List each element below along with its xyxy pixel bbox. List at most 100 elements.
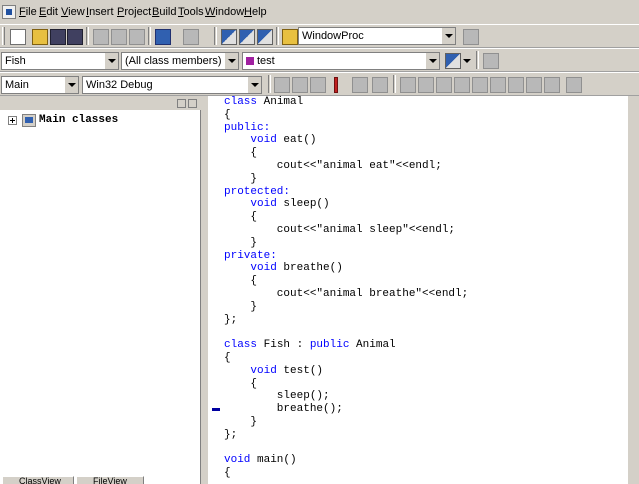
code-line: sleep(); — [224, 390, 330, 403]
menu-help[interactable]: Help — [244, 5, 267, 20]
code-line: void sleep() — [250, 198, 330, 211]
standard-toolbar: WindowProc — [0, 24, 639, 48]
code-line: void main() — [224, 454, 297, 467]
resource-id-icon[interactable] — [566, 77, 582, 93]
print-icon[interactable] — [483, 53, 499, 69]
menu-build[interactable]: Build — [152, 5, 176, 20]
code-line: { — [224, 275, 258, 288]
code-line: } — [224, 236, 258, 249]
code-line: }; — [224, 313, 238, 326]
stop-build-icon[interactable] — [310, 77, 326, 93]
output-icon[interactable] — [239, 29, 255, 45]
class-view-pane — [0, 96, 201, 484]
string-table-icon[interactable] — [526, 77, 542, 93]
editor-margin[interactable] — [208, 96, 220, 484]
chevron-down-icon[interactable] — [104, 53, 118, 69]
expand-icon[interactable] — [8, 116, 17, 125]
project-combo[interactable]: Main — [1, 76, 79, 94]
new-file-icon[interactable] — [10, 29, 26, 45]
menu-tools[interactable]: Tools — [178, 5, 204, 20]
code-line: private: — [224, 249, 277, 262]
menu-resource-icon[interactable] — [454, 77, 470, 93]
dialog-icon[interactable] — [436, 77, 452, 93]
toolbar-separator — [148, 27, 151, 45]
save-icon[interactable] — [50, 29, 66, 45]
code-line: cout<<"animal breathe"<<endl; — [224, 288, 469, 300]
code-line: { — [224, 108, 231, 121]
menu-view[interactable]: View — [61, 5, 85, 20]
code-line: { — [224, 147, 258, 160]
code-line: cout<<"animal eat"<<endl; — [224, 160, 442, 172]
wizardbar-toolbar: Fish (All class members) test — [0, 48, 639, 72]
toolbar-separator — [268, 75, 271, 93]
chevron-down-icon[interactable] — [247, 77, 261, 93]
chevron-down-icon[interactable] — [64, 77, 78, 93]
code-line: { — [224, 377, 258, 390]
classes-icon — [22, 114, 36, 127]
close-icon[interactable] — [188, 99, 197, 108]
pane-splitter[interactable] — [201, 96, 208, 484]
execute-icon[interactable] — [334, 77, 338, 93]
app-system-icon[interactable] — [2, 5, 16, 19]
window-list-icon[interactable] — [257, 29, 273, 45]
toolbar-separator — [276, 27, 279, 45]
code-line: } — [224, 416, 258, 428]
bookmark-marker-icon — [212, 408, 220, 411]
icon-resource-icon[interactable] — [508, 77, 524, 93]
code-line: } — [224, 172, 258, 185]
class-icon[interactable] — [400, 77, 416, 93]
open-folder-icon[interactable] — [32, 29, 48, 45]
menu-window[interactable]: Window — [205, 5, 244, 20]
menu-edit[interactable]: Edit — [39, 5, 58, 20]
wizard-action-icon[interactable] — [445, 53, 461, 69]
code-line: breathe(); — [224, 403, 343, 416]
code-line: { — [224, 352, 231, 364]
find-in-files-icon[interactable] — [282, 29, 298, 45]
code-line: { — [224, 467, 231, 480]
paste-icon[interactable] — [129, 29, 145, 45]
menu-bar: File Edit View Insert Project Build Tool… — [0, 0, 639, 24]
redo-icon[interactable] — [183, 29, 199, 45]
cursor-resource-icon[interactable] — [472, 77, 488, 93]
resource-icon[interactable] — [418, 77, 434, 93]
code-line: void test() — [250, 364, 324, 377]
code-line: class Animal — [224, 96, 304, 108]
members-combo[interactable]: (All class members) — [121, 52, 239, 70]
code-line: void eat() — [250, 134, 317, 147]
function-combo[interactable]: test — [242, 52, 440, 70]
code-line: protected: — [224, 185, 291, 198]
vertical-scrollbar[interactable] — [628, 96, 639, 484]
class-combo[interactable]: Fish — [1, 52, 119, 70]
go-icon[interactable] — [352, 77, 368, 93]
find-combo[interactable]: WindowProc — [298, 27, 456, 45]
chevron-down-icon[interactable] — [224, 53, 238, 69]
workspace-icon[interactable] — [221, 29, 237, 45]
code-line: void breathe() — [250, 262, 343, 275]
search-binoculars-icon[interactable] — [463, 29, 479, 45]
compile-icon[interactable] — [274, 77, 290, 93]
chevron-down-icon[interactable] — [425, 53, 439, 69]
menu-file[interactable]: File — [19, 5, 37, 20]
tree-root-label[interactable]: Main classes — [39, 114, 118, 126]
menu-insert[interactable]: Insert — [86, 5, 114, 20]
wizard-action-dropdown-icon[interactable] — [463, 59, 471, 63]
configuration-combo[interactable]: Win32 Debug — [82, 76, 262, 94]
code-line: class Fish : public Animal — [224, 339, 396, 352]
code-line: { — [224, 211, 258, 224]
tab-fileview[interactable]: FileView — [76, 476, 144, 484]
copy-icon[interactable] — [111, 29, 127, 45]
accelerator-icon[interactable] — [544, 77, 560, 93]
build-icon[interactable] — [292, 77, 308, 93]
undo-icon[interactable] — [155, 29, 171, 45]
breakpoint-icon[interactable] — [372, 77, 388, 93]
chevron-down-icon[interactable] — [441, 28, 455, 44]
save-all-icon[interactable] — [67, 29, 83, 45]
bitmap-resource-icon[interactable] — [490, 77, 506, 93]
cut-icon[interactable] — [93, 29, 109, 45]
toolbar-grip[interactable] — [2, 27, 5, 45]
menu-project[interactable]: Project — [117, 5, 151, 20]
toolbar-separator — [214, 27, 217, 45]
dock-icon[interactable] — [177, 99, 186, 108]
tab-classview[interactable]: ClassView — [2, 476, 74, 484]
toolbar-separator — [476, 51, 479, 69]
